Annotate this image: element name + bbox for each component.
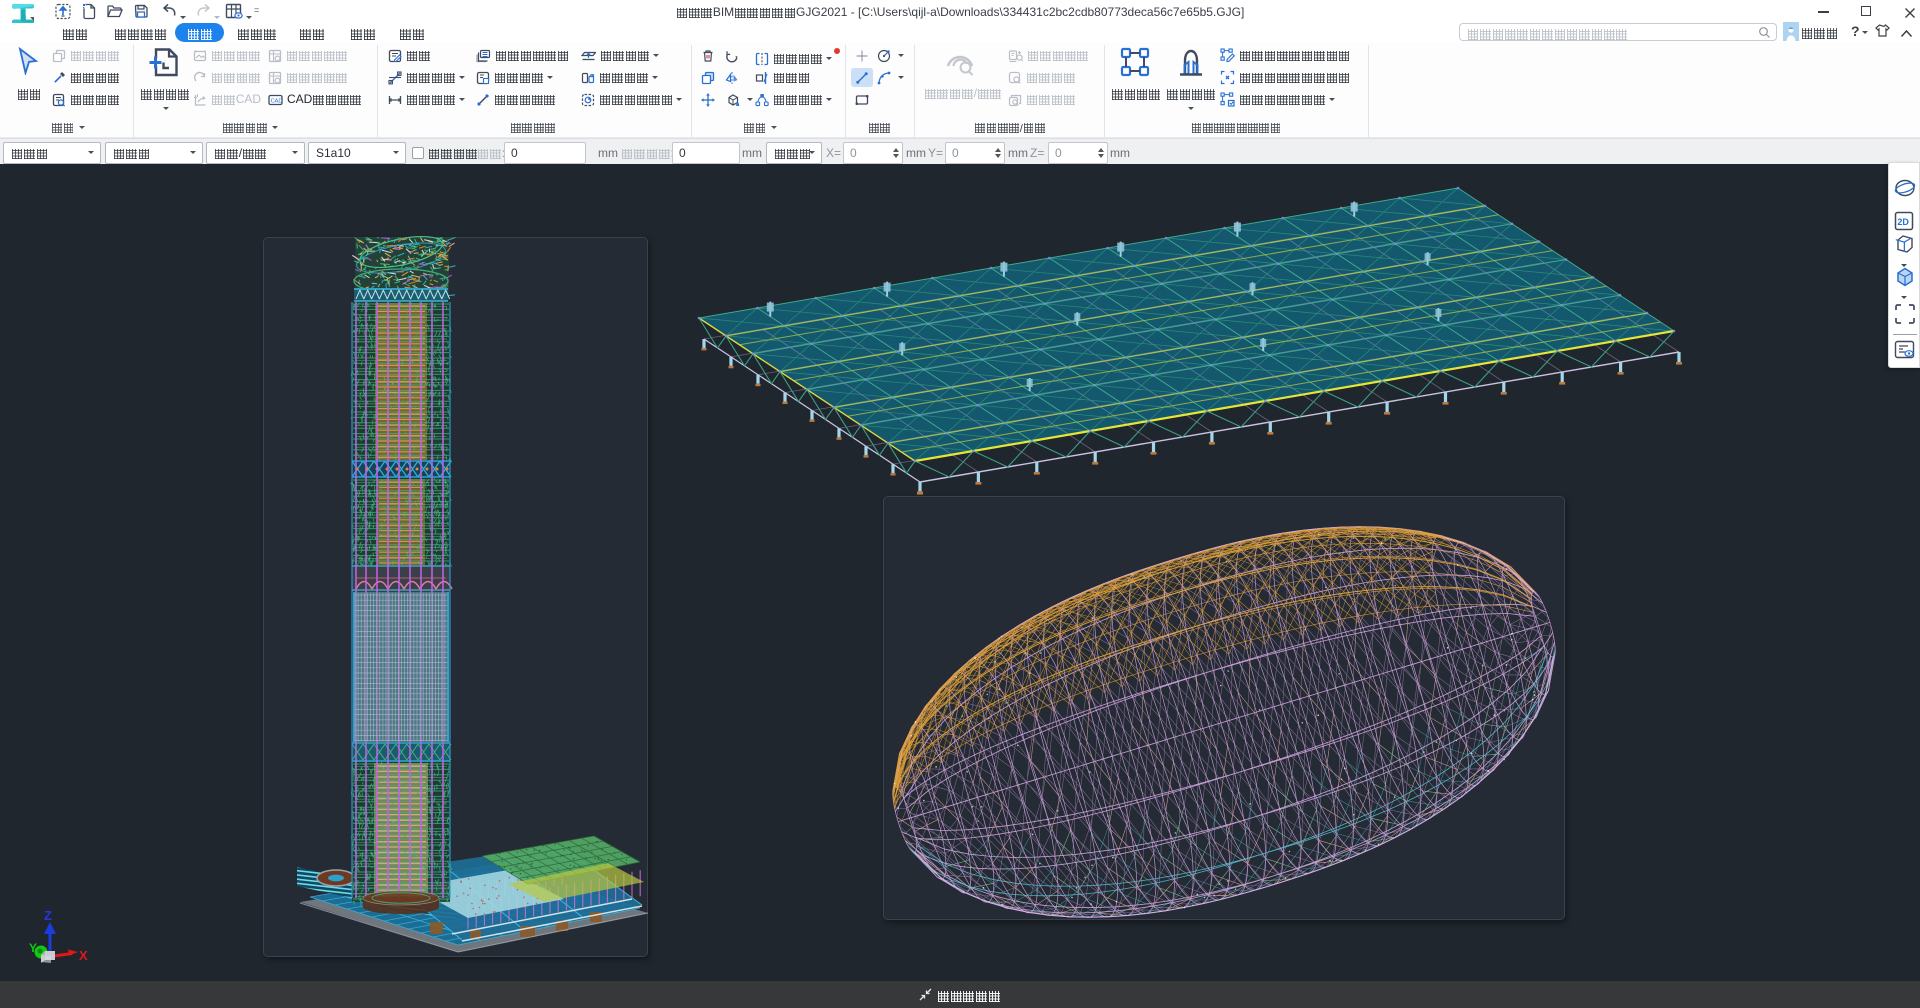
svg-text:Z: Z [44,908,52,923]
svg-text:Y: Y [29,941,37,955]
svg-text:2D: 2D [1897,217,1909,227]
svg-text:CAD: CAD [271,98,283,104]
svg-text:X: X [79,948,88,963]
